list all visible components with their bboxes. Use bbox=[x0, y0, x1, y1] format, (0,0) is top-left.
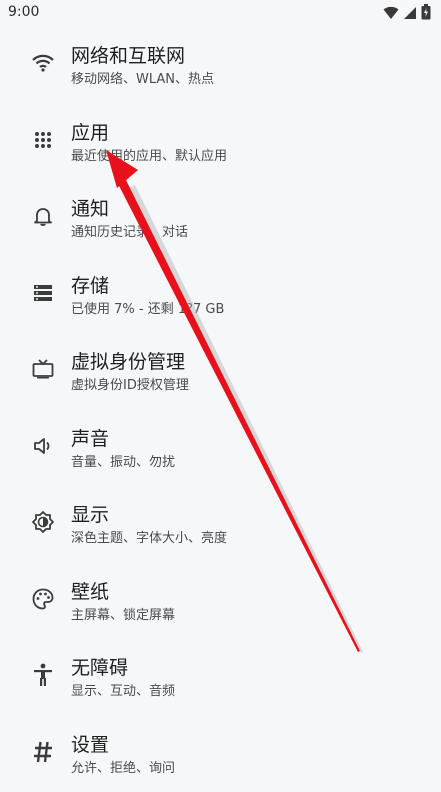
status-time: 9:00 bbox=[8, 4, 39, 20]
item-subtitle: 最近使用的应用、默认应用 bbox=[71, 145, 227, 164]
item-title: 声音 bbox=[71, 424, 109, 451]
settings-list: 网络和互联网 移动网络、WLAN、热点 应用 最近使用的应用、默认应用 通知 通… bbox=[0, 27, 441, 792]
item-subtitle: 通知历史记录、对话 bbox=[71, 221, 188, 240]
item-subtitle: 虚拟身份ID授权管理 bbox=[71, 374, 189, 393]
status-icons bbox=[383, 4, 431, 24]
item-title: 通知 bbox=[71, 194, 109, 221]
hash-icon bbox=[30, 739, 56, 765]
settings-item-storage[interactable]: 存储 已使用 7% - 还剩 1?7 GB bbox=[0, 257, 441, 334]
settings-item-apps[interactable]: 应用 最近使用的应用、默认应用 bbox=[0, 104, 441, 181]
wifi-icon bbox=[383, 5, 399, 24]
accessibility-icon bbox=[30, 662, 56, 688]
brightness-icon bbox=[30, 509, 56, 535]
settings-item-notifications[interactable]: 通知 通知历史记录、对话 bbox=[0, 180, 441, 257]
bell-icon bbox=[30, 203, 56, 229]
settings-item-sound[interactable]: 声音 音量、振动、勿扰 bbox=[0, 410, 441, 487]
settings-item-wallpaper[interactable]: 壁纸 主屏幕、锁定屏幕 bbox=[0, 563, 441, 640]
item-subtitle: 显示、互动、音频 bbox=[71, 680, 175, 699]
volume-icon bbox=[30, 433, 56, 459]
settings-item-accessibility[interactable]: 无障碍 显示、互动、音频 bbox=[0, 639, 441, 716]
wifi-icon bbox=[30, 50, 56, 76]
item-subtitle: 音量、振动、勿扰 bbox=[71, 451, 175, 470]
apps-grid-icon bbox=[30, 127, 56, 153]
palette-icon bbox=[30, 586, 56, 612]
settings-item-permissions[interactable]: 设置 允许、拒绝、询问 bbox=[0, 716, 441, 792]
item-title: 存储 bbox=[71, 271, 109, 298]
tv-icon bbox=[30, 356, 56, 382]
status-bar: 9:00 bbox=[0, 0, 441, 24]
settings-item-network[interactable]: 网络和互联网 移动网络、WLAN、热点 bbox=[0, 27, 441, 104]
item-subtitle: 允许、拒绝、询问 bbox=[71, 757, 175, 776]
settings-item-virtual-identity[interactable]: 虚拟身份管理 虚拟身份ID授权管理 bbox=[0, 333, 441, 410]
item-title: 应用 bbox=[71, 118, 109, 145]
item-title: 壁纸 bbox=[71, 577, 109, 604]
item-title: 网络和互联网 bbox=[71, 41, 185, 68]
item-subtitle: 主屏幕、锁定屏幕 bbox=[71, 604, 175, 623]
signal-icon bbox=[403, 5, 417, 24]
item-subtitle: 深色主题、字体大小、亮度 bbox=[71, 527, 227, 546]
item-title: 无障碍 bbox=[71, 653, 128, 680]
item-title: 设置 bbox=[71, 730, 109, 757]
item-subtitle: 已使用 7% - 还剩 1?7 GB bbox=[71, 298, 224, 317]
item-title: 显示 bbox=[71, 500, 109, 527]
item-subtitle: 移动网络、WLAN、热点 bbox=[71, 68, 214, 87]
battery-icon bbox=[421, 4, 431, 24]
storage-icon bbox=[30, 280, 56, 306]
item-title: 虚拟身份管理 bbox=[71, 347, 185, 374]
settings-item-display[interactable]: 显示 深色主题、字体大小、亮度 bbox=[0, 486, 441, 563]
